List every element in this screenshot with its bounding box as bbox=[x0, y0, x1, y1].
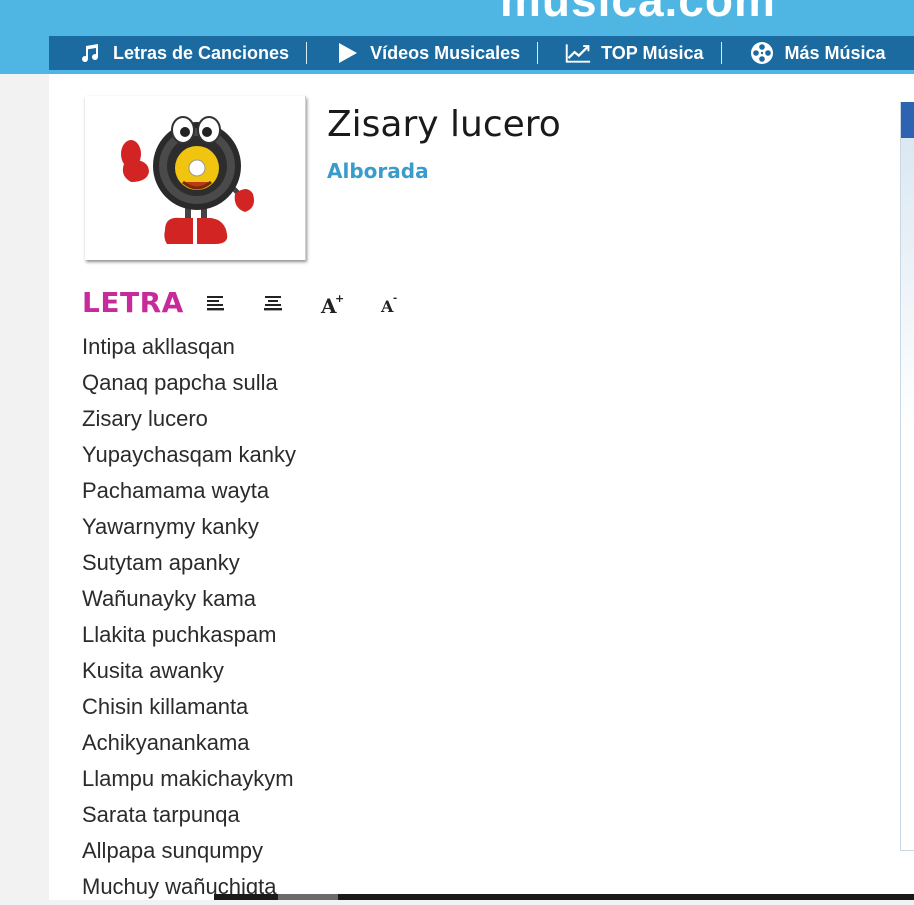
play-icon bbox=[334, 42, 360, 64]
trend-chart-icon bbox=[565, 41, 591, 65]
nav-item-top[interactable]: TOP Música bbox=[537, 36, 720, 70]
lyric-line: Sarata tarpunqa bbox=[82, 802, 240, 827]
lyric-line: Kusita awanky bbox=[82, 658, 224, 683]
lyrics-text: Intipa akllasqan Qanaq papcha sulla Zisa… bbox=[82, 329, 296, 905]
sidebar-ad-top bbox=[901, 102, 914, 138]
lyric-line: Qanaq papcha sulla bbox=[82, 370, 278, 395]
main-content: Zisary lucero Alborada LETRA A + A- Intip… bbox=[49, 74, 914, 900]
artist-link[interactable]: Alborada bbox=[327, 159, 429, 183]
svg-text:+: + bbox=[335, 292, 344, 305]
align-left-icon[interactable] bbox=[204, 292, 228, 316]
svg-text:A: A bbox=[380, 297, 394, 316]
lyric-line: Allpapa sunqumpy bbox=[82, 838, 264, 863]
sidebar-ad-body bbox=[901, 138, 914, 428]
song-title: Zisary lucero bbox=[327, 104, 561, 145]
nav-item-label: Más Música bbox=[784, 42, 886, 63]
scrollbar-thumb[interactable] bbox=[278, 894, 338, 900]
site-header: musica.com Letras de Canciones Vídeos Mu… bbox=[0, 0, 914, 74]
lyric-line: Llampu makichaykym bbox=[82, 766, 294, 791]
nav-item-letras[interactable]: Letras de Canciones bbox=[49, 36, 306, 70]
lyric-line: Wañunayky kama bbox=[82, 586, 257, 611]
lyric-line: Llakita puchkaspam bbox=[82, 622, 277, 647]
cd-mascot-icon bbox=[121, 116, 254, 244]
sidebar-ad-panel bbox=[900, 102, 914, 851]
font-decrease-icon[interactable]: A- bbox=[379, 292, 403, 316]
main-navbar: Letras de Canciones Vídeos Musicales TOP… bbox=[49, 36, 914, 70]
lyric-line: Intipa akllasqan bbox=[82, 334, 235, 359]
align-center-icon[interactable] bbox=[261, 292, 285, 316]
lyric-line: Zisary lucero bbox=[82, 406, 208, 431]
lyric-line: Pachamama wayta bbox=[82, 478, 270, 503]
nav-item-label: Vídeos Musicales bbox=[370, 42, 521, 63]
film-reel-icon bbox=[749, 41, 775, 65]
lyric-line: Chisin killamanta bbox=[82, 694, 249, 719]
lyric-line: Achikyanankama bbox=[82, 730, 250, 755]
music-note-icon bbox=[77, 42, 103, 64]
nav-item-label: TOP Música bbox=[601, 42, 704, 63]
bottom-scrollbar[interactable] bbox=[214, 894, 914, 900]
lyrics-heading: LETRA bbox=[82, 286, 184, 319]
lyric-line: Yawarnymy kanky bbox=[82, 514, 259, 539]
album-cover-image bbox=[85, 96, 306, 260]
nav-item-label: Letras de Canciones bbox=[113, 42, 290, 63]
nav-item-videos[interactable]: Vídeos Musicales bbox=[306, 36, 537, 70]
svg-text:-: - bbox=[393, 293, 397, 304]
lyric-line: Sutytam apanky bbox=[82, 550, 240, 575]
nav-item-mas[interactable]: Más Música bbox=[720, 36, 903, 70]
font-increase-icon[interactable]: A + bbox=[320, 292, 344, 318]
lyric-line: Yupaychasqam kanky bbox=[82, 442, 297, 467]
site-logo[interactable]: musica.com bbox=[500, 0, 776, 22]
